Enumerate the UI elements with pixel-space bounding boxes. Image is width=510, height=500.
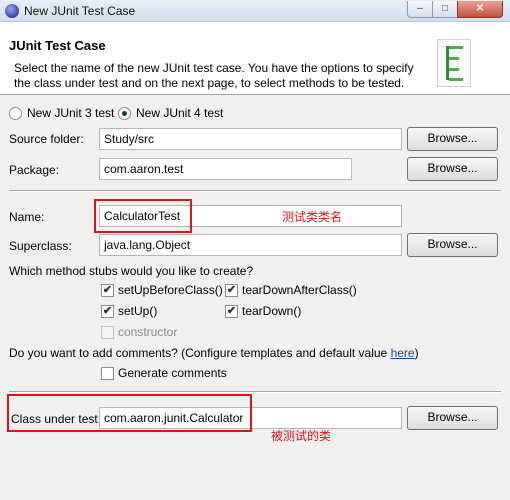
package-label: Package: [9,163,60,177]
setup-checkbox[interactable]: ✔ [101,305,114,318]
browse-source-folder-button[interactable]: Browse... [407,127,498,151]
source-folder-field[interactable]: Study/src [99,128,402,150]
junit3-label: New JUnit 3 test [27,106,115,120]
page-description: Select the name of the new JUnit test ca… [14,61,414,90]
browse-package-button[interactable]: Browse... [407,157,498,181]
teardown-checkbox[interactable]: ✔ [225,305,238,318]
method-stubs-question: Which method stubs would you like to cre… [9,264,254,278]
source-folder-label: Source folder: [9,132,84,146]
superclass-label: Superclass: [9,239,72,253]
junit4-radio[interactable] [118,107,131,120]
maximize-button[interactable]: □ [432,1,458,18]
title-bar: New JUnit Test Case – □ ✕ [0,0,510,22]
setupbeforeclass-checkbox[interactable]: ✔ [101,284,114,297]
comments-question-text: Do you want to add comments? (Configure … [9,346,391,360]
superclass-field[interactable]: java.lang.Object [99,234,402,256]
constructor-checkbox[interactable] [101,326,114,339]
setupbeforeclass-label: setUpBeforeClass() [118,283,223,297]
comments-question: Do you want to add comments? (Configure … [9,346,419,360]
junit4-label: New JUnit 4 test [136,106,224,120]
browse-class-under-test-button[interactable]: Browse... [407,406,498,430]
comments-question-close: ) [414,346,419,360]
configure-templates-link[interactable]: here [391,346,415,360]
setup-label: setUp() [118,304,158,318]
name-annotation: 测试类类名 [282,210,343,224]
teardown-label: tearDown() [242,304,302,318]
class-under-test-highlight-box [7,394,252,432]
close-button[interactable]: ✕ [457,1,503,18]
name-highlight-box [94,199,192,233]
browse-superclass-button[interactable]: Browse... [407,233,498,257]
class-under-test-annotation: 被测试的类 [271,429,332,443]
junit3-radio[interactable] [9,107,22,120]
eclipse-icon [5,4,19,18]
minimize-button[interactable]: – [407,1,433,18]
separator [9,190,501,192]
teardownafterclass-label: tearDownAfterClass() [242,283,357,297]
teardownafterclass-checkbox[interactable]: ✔ [225,284,238,297]
separator [9,391,501,393]
junit-wizard-icon [437,39,471,87]
window-title: New JUnit Test Case [24,4,136,18]
wizard-header: JUnit Test Case Select the name of the n… [0,22,510,95]
name-label: Name: [9,210,45,224]
generate-comments-checkbox[interactable] [101,367,114,380]
page-title: JUnit Test Case [9,38,106,53]
constructor-label: constructor [118,325,178,339]
generate-comments-label: Generate comments [118,366,227,380]
package-field[interactable]: com.aaron.test [99,158,352,180]
